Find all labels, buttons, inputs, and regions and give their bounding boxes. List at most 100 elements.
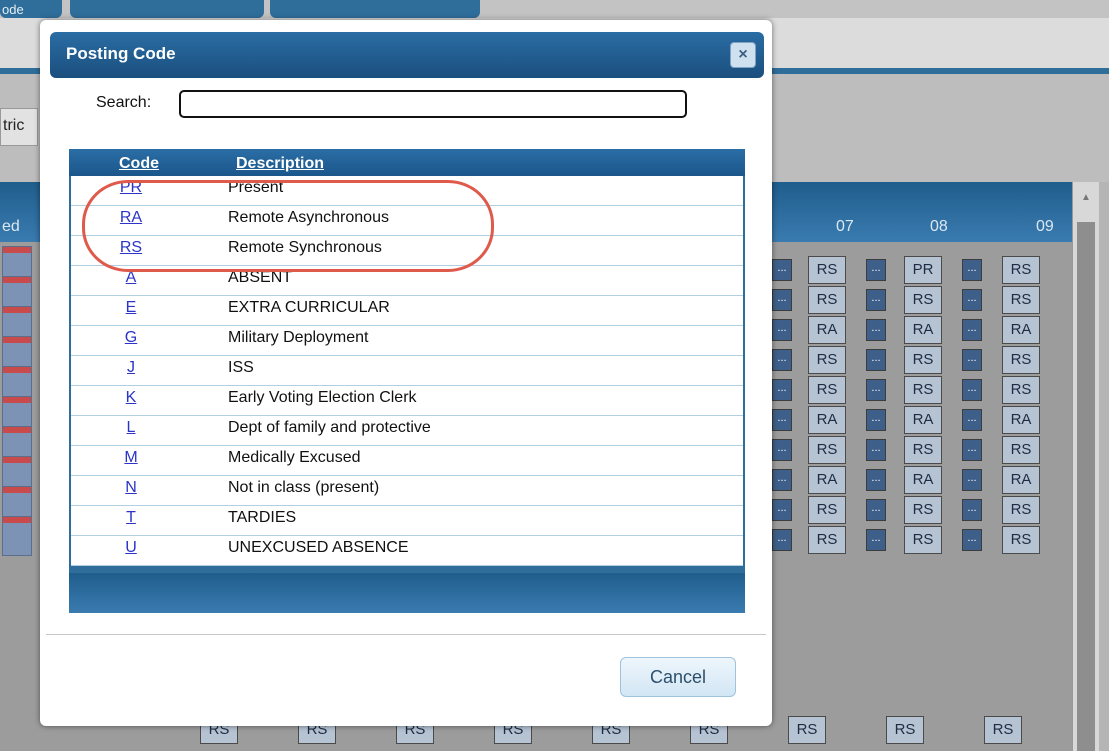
attendance-code-cell[interactable]: RS bbox=[904, 376, 942, 404]
attendance-code-cell[interactable]: RA bbox=[808, 466, 846, 494]
code-picker-button[interactable]: ... bbox=[772, 379, 792, 401]
attendance-code-cell[interactable]: RA bbox=[904, 466, 942, 494]
attendance-code-cell[interactable]: PR bbox=[904, 256, 942, 284]
posting-code-link[interactable]: K bbox=[71, 389, 191, 407]
attendance-code-cell[interactable]: RA bbox=[904, 316, 942, 344]
search-input[interactable] bbox=[179, 90, 687, 118]
attendance-code-cell[interactable]: RS bbox=[904, 436, 942, 464]
code-picker-button[interactable]: ... bbox=[866, 409, 886, 431]
posting-code-link[interactable]: G bbox=[71, 329, 191, 347]
attendance-code-cell[interactable]: RS bbox=[808, 346, 846, 374]
code-picker-button[interactable]: ... bbox=[866, 289, 886, 311]
code-picker-button[interactable]: ... bbox=[866, 499, 886, 521]
attendance-code-cell[interactable]: RS bbox=[1002, 496, 1040, 524]
code-picker-button[interactable]: ... bbox=[772, 499, 792, 521]
code-picker-button[interactable]: ... bbox=[962, 319, 982, 341]
attendance-code-cell[interactable]: RA bbox=[808, 406, 846, 434]
attendance-code-cell[interactable]: RS bbox=[1002, 346, 1040, 374]
attendance-code-cell[interactable]: RS bbox=[808, 496, 846, 524]
grid-scrollbar[interactable]: ▲ bbox=[1072, 182, 1099, 751]
posting-code-link[interactable]: L bbox=[71, 419, 191, 437]
attendance-code-cell[interactable]: RS bbox=[1002, 256, 1040, 284]
period-header: 09 bbox=[1036, 218, 1054, 235]
code-picker-button[interactable]: ... bbox=[962, 529, 982, 551]
attendance-code-cell[interactable]: RS bbox=[808, 256, 846, 284]
code-picker-button[interactable]: ... bbox=[866, 319, 886, 341]
code-picker-button[interactable]: ... bbox=[772, 259, 792, 281]
table-row[interactable]: E EXTRA CURRICULAR bbox=[71, 296, 743, 326]
code-picker-button[interactable]: ... bbox=[962, 349, 982, 371]
code-picker-button[interactable]: ... bbox=[772, 439, 792, 461]
code-column-header[interactable]: Code bbox=[119, 155, 159, 173]
code-picker-button[interactable]: ... bbox=[866, 439, 886, 461]
table-row[interactable]: M Medically Excused bbox=[71, 446, 743, 476]
code-picker-button[interactable]: ... bbox=[962, 289, 982, 311]
table-row[interactable]: K Early Voting Election Clerk bbox=[71, 386, 743, 416]
attendance-code-cell[interactable]: RS bbox=[808, 436, 846, 464]
code-picker-button[interactable]: ... bbox=[866, 469, 886, 491]
code-picker-button[interactable]: ... bbox=[866, 379, 886, 401]
cancel-button[interactable]: Cancel bbox=[620, 657, 736, 697]
table-row[interactable]: J ISS bbox=[71, 356, 743, 386]
description-column-header[interactable]: Description bbox=[236, 155, 324, 173]
code-picker-button[interactable]: ... bbox=[866, 259, 886, 281]
attendance-code-cell[interactable]: RS bbox=[1002, 436, 1040, 464]
posting-code-link[interactable]: T bbox=[71, 509, 191, 527]
close-icon[interactable]: × bbox=[730, 42, 756, 68]
attendance-code-cell[interactable]: RA bbox=[904, 406, 942, 434]
table-row[interactable]: L Dept of family and protective bbox=[71, 416, 743, 446]
attendance-code-cell[interactable]: RA bbox=[1002, 316, 1040, 344]
table-row[interactable]: T TARDIES bbox=[71, 506, 743, 536]
attendance-code-cell[interactable]: RS bbox=[886, 716, 924, 744]
code-picker-button[interactable]: ... bbox=[772, 289, 792, 311]
scroll-up-arrow-icon[interactable]: ▲ bbox=[1081, 192, 1091, 203]
table-footer bbox=[69, 573, 745, 613]
highlight-annotation bbox=[82, 180, 494, 272]
code-picker-button[interactable]: ... bbox=[962, 379, 982, 401]
posting-code-link[interactable]: M bbox=[71, 449, 191, 467]
attendance-code-cell[interactable]: RS bbox=[1002, 526, 1040, 554]
posting-code-link[interactable]: J bbox=[71, 359, 191, 377]
background-filter-button[interactable]: tric bbox=[0, 108, 38, 146]
attendance-code-cell[interactable]: RS bbox=[788, 716, 826, 744]
background-tab[interactable] bbox=[70, 0, 264, 18]
code-picker-button[interactable]: ... bbox=[962, 259, 982, 281]
code-picker-button[interactable]: ... bbox=[866, 349, 886, 371]
table-row[interactable]: G Military Deployment bbox=[71, 326, 743, 356]
attendance-code-cell[interactable]: RS bbox=[808, 526, 846, 554]
code-picker-button[interactable]: ... bbox=[962, 409, 982, 431]
attendance-code-cell[interactable]: RS bbox=[808, 376, 846, 404]
code-picker-button[interactable]: ... bbox=[962, 469, 982, 491]
background-tab[interactable]: ode bbox=[0, 0, 62, 18]
posting-code-link[interactable]: E bbox=[71, 299, 191, 317]
posting-code-description: Early Voting Election Clerk bbox=[228, 389, 417, 406]
posting-code-description: Medically Excused bbox=[228, 449, 361, 466]
code-picker-button[interactable]: ... bbox=[866, 529, 886, 551]
attendance-code-cell[interactable]: RA bbox=[1002, 466, 1040, 494]
attendance-code-cell[interactable]: RA bbox=[808, 316, 846, 344]
scrollbar-thumb[interactable] bbox=[1077, 222, 1095, 751]
code-picker-button[interactable]: ... bbox=[772, 349, 792, 371]
attendance-code-cell[interactable]: RS bbox=[1002, 286, 1040, 314]
code-picker-button[interactable]: ... bbox=[772, 409, 792, 431]
code-picker-button[interactable]: ... bbox=[772, 319, 792, 341]
attendance-code-cell[interactable]: RS bbox=[984, 716, 1022, 744]
posting-code-description: ISS bbox=[228, 359, 254, 376]
attendance-code-cell[interactable]: RS bbox=[904, 496, 942, 524]
posting-code-link[interactable]: U bbox=[71, 539, 191, 557]
code-picker-button[interactable]: ... bbox=[772, 529, 792, 551]
attendance-code-cell[interactable]: RS bbox=[904, 346, 942, 374]
code-picker-button[interactable]: ... bbox=[772, 469, 792, 491]
attendance-code-cell[interactable]: RS bbox=[808, 286, 846, 314]
attendance-code-cell[interactable]: RA bbox=[1002, 406, 1040, 434]
table-row[interactable]: N Not in class (present) bbox=[71, 476, 743, 506]
code-picker-button[interactable]: ... bbox=[962, 499, 982, 521]
code-picker-button[interactable]: ... bbox=[962, 439, 982, 461]
attendance-code-cell[interactable]: RS bbox=[904, 526, 942, 554]
background-tab[interactable] bbox=[270, 0, 480, 18]
posting-code-link[interactable]: N bbox=[71, 479, 191, 497]
attendance-code-cell[interactable]: RS bbox=[904, 286, 942, 314]
student-photo-icon[interactable] bbox=[2, 516, 32, 556]
table-row[interactable]: U UNEXCUSED ABSENCE bbox=[71, 536, 743, 566]
attendance-code-cell[interactable]: RS bbox=[1002, 376, 1040, 404]
